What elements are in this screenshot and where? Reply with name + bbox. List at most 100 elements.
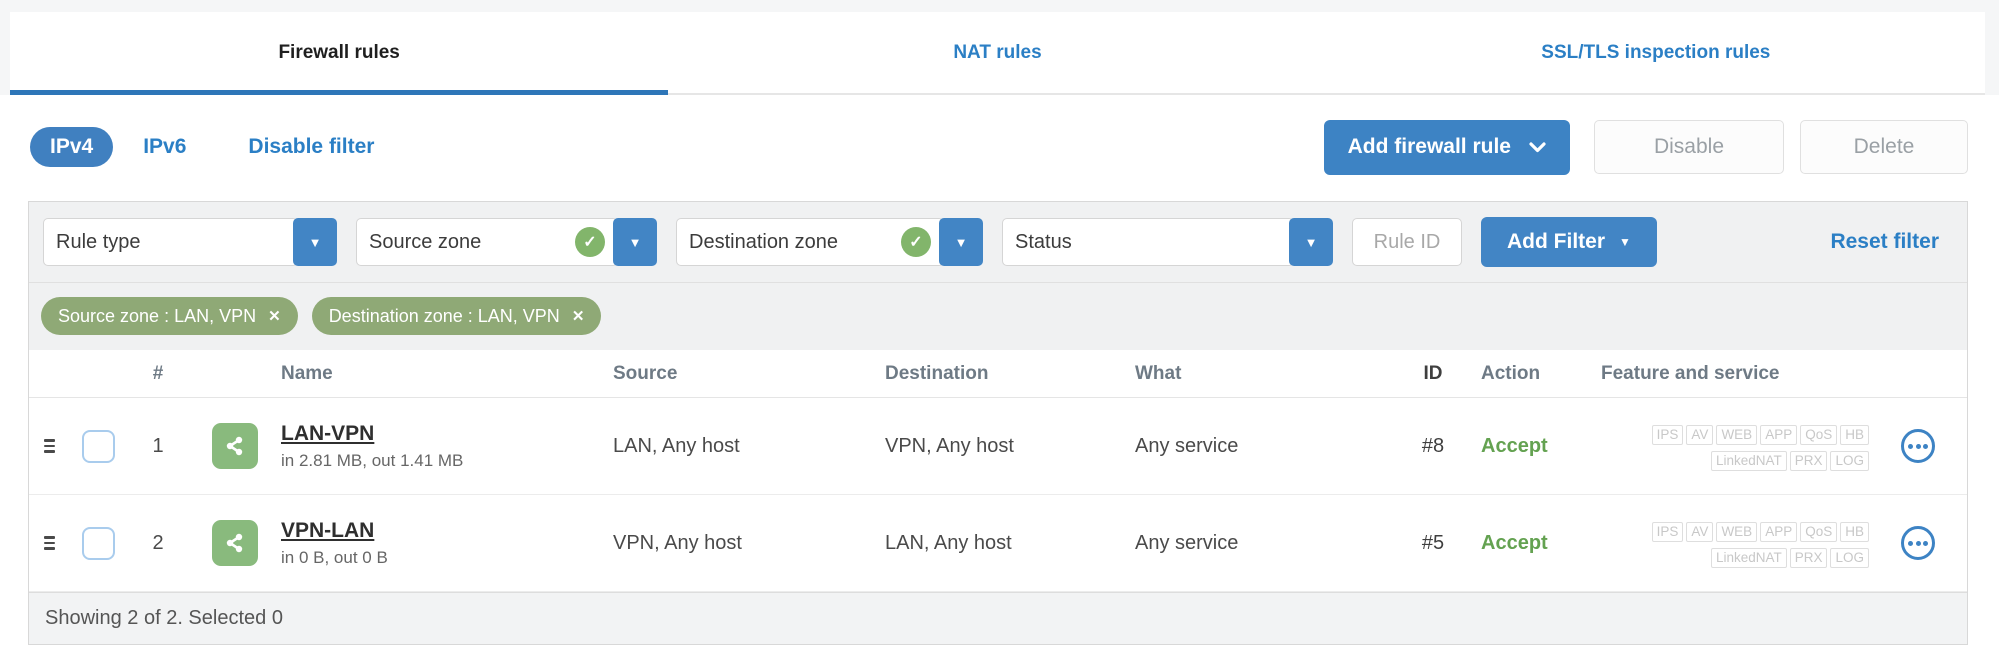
badge-prx: PRX: [1789, 450, 1828, 471]
ipv4-toggle[interactable]: IPv4: [30, 127, 114, 167]
drag-handle[interactable]: [43, 536, 55, 550]
tab-bar: Firewall rules NAT rules SSL/TLS inspect…: [10, 12, 1985, 95]
col-header-source: Source: [613, 362, 678, 384]
tab-label: NAT rules: [953, 41, 1042, 63]
check-circle-icon: ✓: [575, 227, 605, 257]
rule-traffic: in 2.81 MB, out 1.41 MB: [281, 450, 464, 470]
rule-source: VPN, Any host: [613, 531, 742, 554]
share-icon[interactable]: [212, 520, 258, 566]
rule-name-link[interactable]: LAN-VPN: [281, 422, 613, 446]
badge-log: LOG: [1830, 547, 1869, 568]
disable-filter-link[interactable]: Disable filter: [248, 135, 374, 159]
badge-hb: HB: [1840, 521, 1869, 542]
filter-panel: Rule type ▼ Source zone ✓ ▼ Destination …: [29, 202, 1967, 350]
row-number: 1: [152, 434, 164, 457]
table-row: 1 LAN-VPN in 2.81 MB, out 1.41 MB LAN, A…: [29, 398, 1967, 495]
chevron-down-icon[interactable]: ▼: [1289, 218, 1333, 266]
badge-app: APP: [1760, 521, 1798, 542]
dropdown-label: Destination zone: [689, 230, 838, 253]
check-circle-icon: ✓: [901, 227, 931, 257]
dropdown-label: Rule type: [56, 230, 141, 253]
badge-web: WEB: [1716, 424, 1758, 445]
row-menu-button[interactable]: [1901, 526, 1935, 560]
row-menu-button[interactable]: [1901, 429, 1935, 463]
add-firewall-rule-label: Add firewall rule: [1347, 135, 1511, 158]
dropdown-box[interactable]: Status: [1002, 218, 1294, 266]
chevron-down-icon[interactable]: ▼: [293, 218, 337, 266]
dropdown-box[interactable]: Rule type: [43, 218, 298, 266]
share-icon[interactable]: [212, 423, 258, 469]
badge-qos: QoS: [1800, 424, 1838, 445]
badge-ips: IPS: [1651, 424, 1684, 445]
close-icon[interactable]: ✕: [268, 307, 281, 325]
filter-dropdown-destination-zone[interactable]: Destination zone ✓ ▼: [676, 218, 983, 266]
rules-card: Rule type ▼ Source zone ✓ ▼ Destination …: [28, 201, 1968, 645]
share-icon-glyph: [226, 533, 243, 553]
dropdown-label: Status: [1015, 230, 1072, 253]
main-panel: IPv4 IPv6 Disable filter Add firewall ru…: [0, 95, 1999, 670]
tab-nat-rules[interactable]: NAT rules: [668, 12, 1326, 93]
rule-service: Any service: [1135, 434, 1239, 457]
rule-id-input[interactable]: [1352, 218, 1462, 266]
firewall-rules-table: # Name Source Destination What ID Action…: [29, 350, 1967, 592]
add-filter-label: Add Filter: [1507, 230, 1605, 253]
col-header-name: Name: [281, 362, 333, 384]
badge-linkednat: LinkedNAT: [1710, 547, 1787, 568]
rule-source: LAN, Any host: [613, 434, 740, 457]
badge-app: APP: [1760, 424, 1798, 445]
table-footer-status: Showing 2 of 2. Selected 0: [29, 592, 1967, 644]
feature-badges: IPS AV WEB APP QoS HB LinkedNAT PRX LOG: [1601, 519, 1869, 568]
drag-handle[interactable]: [43, 439, 55, 453]
rule-destination: LAN, Any host: [885, 531, 1012, 554]
rule-action: Accept: [1481, 531, 1548, 554]
filter-dropdown-status[interactable]: Status ▼: [1002, 218, 1333, 266]
add-firewall-rule-button[interactable]: Add firewall rule: [1323, 119, 1570, 175]
col-header-action: Action: [1481, 362, 1541, 384]
chevron-down-icon[interactable]: ▼: [613, 218, 657, 266]
add-filter-button[interactable]: Add Filter ▼: [1481, 217, 1657, 267]
row-checkbox[interactable]: [81, 429, 115, 463]
badge-web: WEB: [1716, 521, 1758, 542]
rule-action: Accept: [1481, 434, 1548, 457]
chevron-down-icon[interactable]: ▼: [939, 218, 983, 266]
rule-id: #8: [1421, 434, 1445, 457]
badge-linkednat: LinkedNAT: [1710, 450, 1787, 471]
col-header-id: ID: [1423, 362, 1443, 384]
col-header-num: #: [152, 362, 164, 384]
badge-prx: PRX: [1789, 547, 1828, 568]
badge-log: LOG: [1830, 450, 1869, 471]
close-icon[interactable]: ✕: [572, 307, 585, 325]
chevron-down-icon: ▼: [1619, 235, 1631, 249]
chevron-down-icon: [1529, 141, 1546, 152]
rule-destination: VPN, Any host: [885, 434, 1014, 457]
disable-button[interactable]: Disable: [1594, 120, 1784, 174]
rule-name-link[interactable]: VPN-LAN: [281, 519, 613, 543]
filter-chip-destination-zone[interactable]: Destination zone : LAN, VPN ✕: [311, 297, 602, 335]
filter-chip-source-zone[interactable]: Source zone : LAN, VPN ✕: [41, 297, 298, 335]
dropdown-label: Source zone: [369, 230, 482, 253]
filter-controls-row: Rule type ▼ Source zone ✓ ▼ Destination …: [29, 202, 1967, 283]
badge-qos: QoS: [1800, 521, 1838, 542]
row-checkbox[interactable]: [81, 526, 115, 560]
col-header-what: What: [1135, 362, 1182, 384]
chip-label: Destination zone : LAN, VPN: [328, 305, 560, 326]
delete-button[interactable]: Delete: [1800, 120, 1968, 174]
badge-av: AV: [1686, 424, 1714, 445]
active-filter-chips: Source zone : LAN, VPN ✕ Destination zon…: [29, 283, 1967, 350]
filter-dropdown-source-zone[interactable]: Source zone ✓ ▼: [356, 218, 657, 266]
dropdown-box[interactable]: Destination zone ✓: [676, 218, 944, 266]
tab-ssl-tls-inspection-rules[interactable]: SSL/TLS inspection rules: [1327, 12, 1985, 93]
dropdown-box[interactable]: Source zone ✓: [356, 218, 618, 266]
toolbar: IPv4 IPv6 Disable filter Add firewall ru…: [0, 95, 1999, 175]
reset-filter-link[interactable]: Reset filter: [1830, 230, 1939, 254]
chip-label: Source zone : LAN, VPN: [58, 305, 257, 326]
col-header-destination: Destination: [885, 362, 989, 384]
tab-firewall-rules[interactable]: Firewall rules: [10, 12, 669, 95]
col-header-features: Feature and service: [1601, 362, 1780, 384]
tab-label: Firewall rules: [278, 41, 400, 63]
filter-dropdown-rule-type[interactable]: Rule type ▼: [43, 218, 337, 266]
ipv6-toggle[interactable]: IPv6: [143, 135, 186, 159]
table-row: 2 VPN-LAN in 0 B, out 0 B VPN, Any host …: [29, 495, 1967, 592]
badge-ips: IPS: [1651, 521, 1684, 542]
tab-label: SSL/TLS inspection rules: [1541, 41, 1771, 63]
